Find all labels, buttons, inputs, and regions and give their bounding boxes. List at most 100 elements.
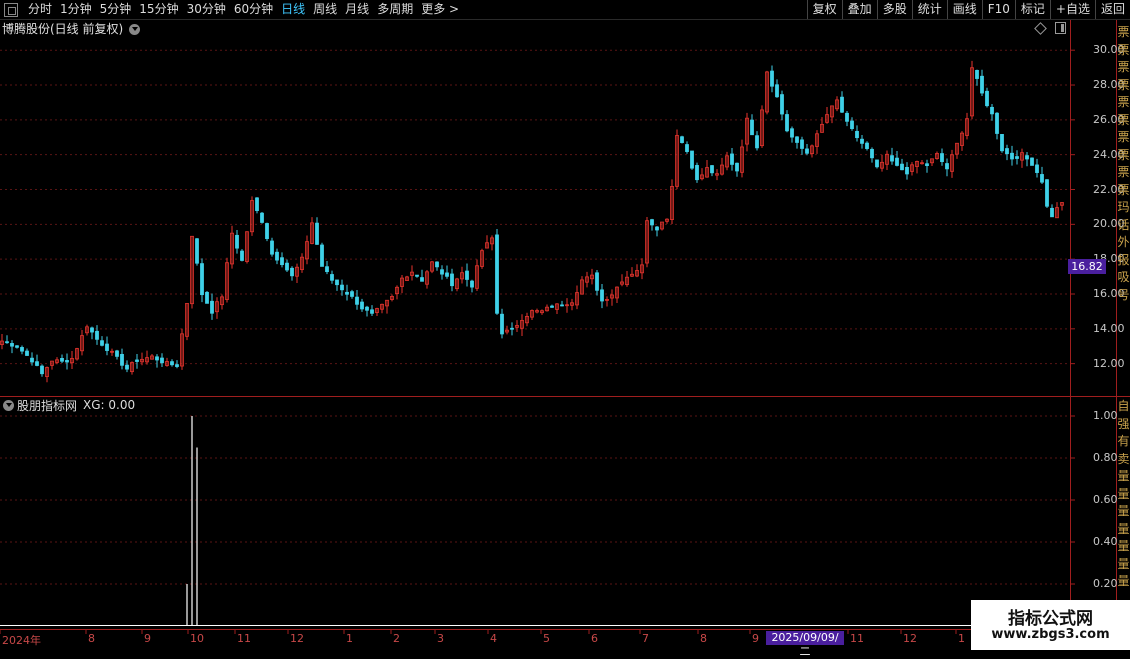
toolbar-button[interactable]: F10 <box>981 0 1015 19</box>
candle-body <box>345 291 349 295</box>
candle-body <box>535 310 539 313</box>
candle-body <box>85 326 89 334</box>
date-tick: 11 <box>850 632 864 645</box>
candle-body <box>770 70 774 87</box>
candle-body <box>840 96 844 113</box>
side-panel-text: 票票票票票票票票票票玛话外报吸号 <box>1117 25 1130 302</box>
tab-period[interactable]: 周线 <box>309 0 341 19</box>
candle-body <box>195 238 199 264</box>
candle-body <box>480 250 484 267</box>
candle-body <box>910 164 914 172</box>
watermark: 指标公式网 www.zbgs3.com <box>971 600 1130 650</box>
toolbar-button[interactable]: 标记 <box>1014 0 1050 19</box>
candle-body <box>650 219 654 226</box>
candle-body <box>885 153 889 165</box>
indicator-tick: 1.00 <box>1093 409 1118 422</box>
candle-body <box>785 114 789 132</box>
candle-body <box>200 263 204 296</box>
candle-body <box>135 359 139 362</box>
candle-body <box>170 361 174 366</box>
date-tick: 8 <box>88 632 95 645</box>
candle-body <box>155 356 159 361</box>
tab-period[interactable]: 15分钟 <box>135 0 182 19</box>
candle-body <box>895 157 899 166</box>
candle-body <box>1000 134 1004 152</box>
tab-period[interactable]: 60分钟 <box>230 0 277 19</box>
date-axis: 2024年 8 9 10 11 12 1 2 3 4 5 6 7 8 9 11 12 1 <box>0 630 1130 650</box>
indicator-tick: 0.60 <box>1093 493 1118 506</box>
candle-body <box>370 309 374 314</box>
candle-body <box>95 330 99 340</box>
toolbar-button[interactable]: 画线 <box>946 0 982 19</box>
candle-body <box>515 325 519 328</box>
candle-body <box>235 234 239 249</box>
tab-period[interactable]: 更多 > <box>417 0 463 19</box>
candle-body <box>630 273 634 277</box>
toolbar-button[interactable]: 叠加 <box>841 0 877 19</box>
tab-period[interactable]: 日线 <box>277 0 309 19</box>
candle-body <box>495 234 499 314</box>
candle-body <box>175 364 179 367</box>
candle-body <box>360 301 364 310</box>
candle-body <box>550 305 554 308</box>
candle-body <box>460 272 464 280</box>
window-icon[interactable] <box>4 2 18 17</box>
candle-body <box>165 361 169 366</box>
candle-body <box>965 118 969 136</box>
candle-body <box>150 355 154 360</box>
candle-body <box>80 335 84 352</box>
candle-body <box>660 221 664 230</box>
candle-body <box>290 267 294 277</box>
candle-body <box>655 226 659 231</box>
candle-body <box>105 343 109 351</box>
indicator-tick: 0.20 <box>1093 577 1118 590</box>
candle-body <box>1060 202 1064 206</box>
toolbar-button[interactable]: +自选 <box>1049 0 1095 19</box>
tab-period[interactable]: 多周期 <box>373 0 417 19</box>
candle-body <box>765 71 769 113</box>
candle-body <box>320 244 324 267</box>
candle-body <box>600 289 604 302</box>
tab-period[interactable]: 分时 <box>24 0 56 19</box>
candle-body <box>365 306 369 311</box>
candle-body <box>700 174 704 180</box>
candle-body <box>880 161 884 169</box>
candle-body <box>860 138 864 144</box>
panel-toggle-icon[interactable] <box>1055 22 1066 34</box>
candle-body <box>1040 174 1044 183</box>
candle-body <box>645 220 649 264</box>
candle-body <box>800 139 804 149</box>
candle-body <box>610 294 614 299</box>
candle-body <box>690 150 694 169</box>
candle-body <box>390 296 394 300</box>
candle-body <box>470 280 474 288</box>
diamond-icon[interactable] <box>1034 21 1047 35</box>
toolbar-button[interactable]: 统计 <box>911 0 947 19</box>
toolbar-button[interactable]: 复权 <box>806 0 842 19</box>
candle-body <box>620 281 624 285</box>
toolbar-button[interactable]: 多股 <box>876 0 912 19</box>
candle-body <box>715 173 719 176</box>
candle-body <box>995 112 999 134</box>
candle-body <box>300 256 304 271</box>
candle-body <box>230 232 234 265</box>
dropdown-circle-icon[interactable] <box>3 399 14 411</box>
candle-body <box>505 329 509 333</box>
toolbar-button[interactable]: 返回 <box>1094 0 1130 19</box>
candle-body <box>825 114 829 123</box>
candle-body <box>130 362 134 373</box>
date-tick: 5 <box>543 632 550 645</box>
tab-period[interactable]: 月线 <box>341 0 373 19</box>
dropdown-circle-icon[interactable] <box>129 23 141 35</box>
tab-period[interactable]: 5分钟 <box>96 0 136 19</box>
candle-body <box>565 304 569 307</box>
candle-body <box>35 361 39 366</box>
tab-period[interactable]: 30分钟 <box>183 0 230 19</box>
candle-body <box>185 303 189 337</box>
candle-body <box>1045 179 1049 207</box>
indicator-title-bar: 股朋指标网 XG: 0.00 <box>3 397 135 413</box>
tab-period[interactable]: 1分钟 <box>56 0 96 19</box>
candle-body <box>415 274 419 277</box>
candle-body <box>355 296 359 305</box>
candle-body <box>570 302 574 306</box>
